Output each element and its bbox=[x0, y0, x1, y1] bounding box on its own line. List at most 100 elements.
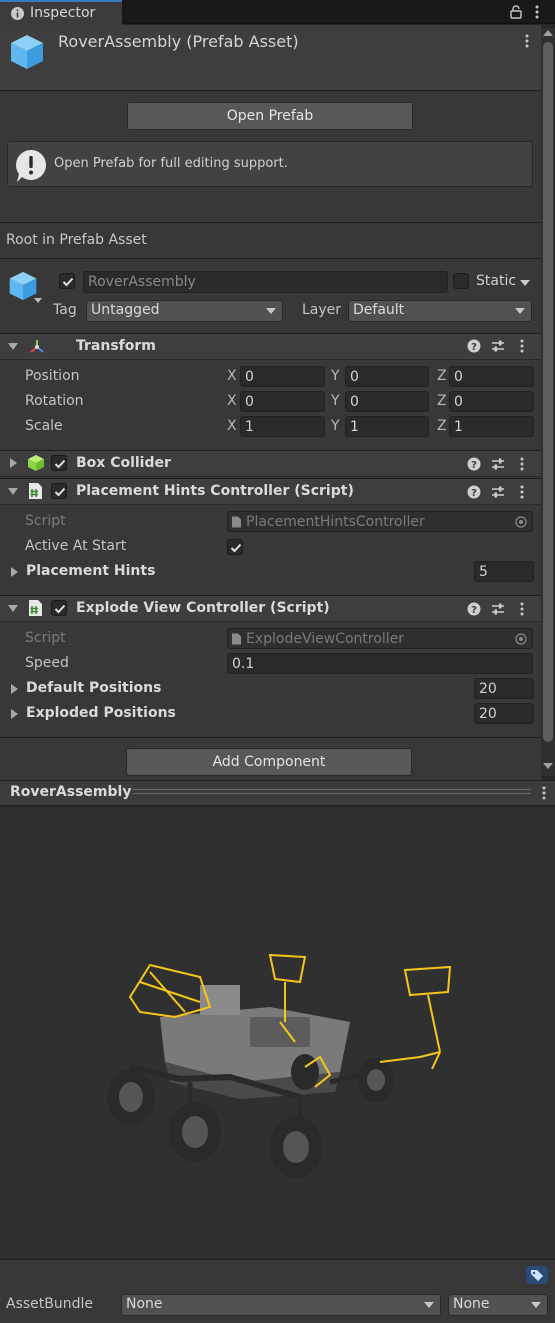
position-x-field[interactable]: 0 bbox=[240, 366, 325, 387]
tab-inspector[interactable]: Inspector bbox=[0, 0, 122, 25]
object-picker-icon[interactable] bbox=[515, 516, 527, 528]
chevron-down-icon bbox=[266, 308, 276, 314]
exploded-positions-label[interactable]: Exploded Positions bbox=[26, 705, 176, 721]
variant-dropdown[interactable]: None bbox=[448, 1294, 548, 1316]
box-collider-title: Box Collider bbox=[76, 455, 171, 471]
object-picker-icon[interactable] bbox=[515, 633, 527, 645]
svg-text:?: ? bbox=[471, 605, 477, 616]
scale-z-field[interactable]: 1 bbox=[449, 416, 534, 437]
placement-hints-label[interactable]: Placement Hints bbox=[26, 563, 155, 579]
svg-text:?: ? bbox=[471, 342, 477, 353]
preset-icon[interactable] bbox=[491, 339, 505, 353]
preset-icon[interactable] bbox=[491, 485, 505, 499]
preset-icon[interactable] bbox=[491, 602, 505, 616]
script-icon bbox=[29, 483, 42, 499]
info-icon bbox=[11, 7, 24, 20]
layer-dropdown[interactable]: Default bbox=[348, 300, 532, 322]
scale-x-label[interactable]: X bbox=[227, 418, 237, 434]
component-menu-icon[interactable] bbox=[519, 338, 525, 354]
transform-icon bbox=[30, 340, 44, 353]
transform-title: Transform bbox=[76, 338, 156, 354]
static-checkbox[interactable] bbox=[453, 273, 469, 289]
rotation-x-field[interactable]: 0 bbox=[240, 391, 325, 412]
name-field[interactable]: RoverAssembly bbox=[83, 271, 448, 293]
scroll-up-arrow[interactable] bbox=[543, 30, 553, 36]
fold-closed-icon[interactable] bbox=[11, 567, 18, 577]
preview-menu-icon[interactable] bbox=[541, 785, 547, 801]
fold-open-icon[interactable] bbox=[8, 343, 18, 350]
explode-enabled-checkbox[interactable] bbox=[51, 600, 67, 616]
placement-enabled-checkbox[interactable] bbox=[51, 483, 67, 499]
help-icon[interactable]: ? bbox=[467, 457, 481, 471]
explode-title: Explode View Controller (Script) bbox=[76, 600, 330, 616]
preview-drag-lines[interactable] bbox=[133, 789, 531, 794]
rotation-z-field[interactable]: 0 bbox=[449, 391, 534, 412]
help-icon[interactable]: ? bbox=[467, 485, 481, 499]
assetbundle-label: AssetBundle bbox=[6, 1296, 94, 1312]
scale-z-label[interactable]: Z bbox=[437, 418, 447, 434]
label-tag-icon[interactable] bbox=[526, 1266, 548, 1284]
fold-closed-icon[interactable] bbox=[11, 709, 18, 719]
tab-menu-icon[interactable] bbox=[534, 4, 540, 20]
fold-open-icon[interactable] bbox=[8, 488, 18, 495]
box-collider-enabled-checkbox[interactable] bbox=[51, 455, 67, 471]
component-menu-icon[interactable] bbox=[519, 456, 525, 472]
scrollbar-thumb[interactable] bbox=[543, 42, 553, 742]
layer-value: Default bbox=[353, 302, 405, 318]
chevron-down-icon bbox=[531, 1302, 541, 1308]
position-y-field[interactable]: 0 bbox=[345, 366, 429, 387]
static-label[interactable]: Static bbox=[476, 273, 516, 289]
exploded-positions-size-field[interactable]: 20 bbox=[474, 703, 534, 724]
placement-hints-size-field[interactable]: 5 bbox=[474, 561, 534, 582]
svg-text:?: ? bbox=[471, 460, 477, 471]
lock-icon[interactable] bbox=[510, 5, 522, 19]
model-preview[interactable] bbox=[0, 807, 555, 1259]
rotation-label: Rotation bbox=[25, 393, 84, 409]
header-menu-icon[interactable] bbox=[524, 33, 530, 49]
tag-value: Untagged bbox=[91, 302, 160, 318]
rotation-y-label[interactable]: Y bbox=[331, 393, 340, 409]
position-x-label[interactable]: X bbox=[227, 368, 237, 384]
scale-x-field[interactable]: 1 bbox=[240, 416, 325, 437]
default-positions-label[interactable]: Default Positions bbox=[26, 680, 161, 696]
rotation-z-label[interactable]: Z bbox=[437, 393, 447, 409]
component-menu-icon[interactable] bbox=[519, 484, 525, 500]
fold-closed-icon[interactable] bbox=[10, 458, 17, 468]
rotation-y-field[interactable]: 0 bbox=[345, 391, 429, 412]
rotation-x-label[interactable]: X bbox=[227, 393, 237, 409]
position-label: Position bbox=[25, 368, 80, 384]
divider bbox=[0, 222, 541, 223]
prefab-cube-icon bbox=[11, 35, 43, 69]
default-positions-size-field[interactable]: 20 bbox=[474, 678, 534, 699]
icon-dropdown-caret[interactable] bbox=[34, 298, 42, 303]
explode-script-field: ExplodeViewController bbox=[227, 628, 533, 649]
box-collider-icon bbox=[28, 455, 44, 471]
script-icon bbox=[29, 600, 42, 616]
active-at-start-checkbox[interactable] bbox=[227, 539, 243, 555]
help-box: Open Prefab for full editing support. bbox=[7, 141, 533, 187]
assetbundle-dropdown[interactable]: None bbox=[121, 1294, 441, 1316]
help-icon[interactable]: ? bbox=[467, 602, 481, 616]
open-prefab-button[interactable]: Open Prefab bbox=[127, 102, 413, 130]
position-z-label[interactable]: Z bbox=[437, 368, 447, 384]
component-menu-icon[interactable] bbox=[519, 601, 525, 617]
scroll-down-arrow[interactable] bbox=[543, 763, 553, 769]
scale-y-label[interactable]: Y bbox=[331, 418, 340, 434]
add-component-button[interactable]: Add Component bbox=[126, 748, 412, 776]
fold-closed-icon[interactable] bbox=[11, 684, 18, 694]
tag-label: Tag bbox=[53, 302, 77, 318]
assetbundle-value: None bbox=[126, 1296, 163, 1312]
active-checkbox[interactable] bbox=[59, 273, 75, 289]
static-dropdown-caret[interactable] bbox=[520, 280, 530, 286]
tag-dropdown[interactable]: Untagged bbox=[86, 300, 283, 322]
fold-open-icon[interactable] bbox=[8, 605, 18, 612]
scale-y-field[interactable]: 1 bbox=[345, 416, 429, 437]
position-y-label[interactable]: Y bbox=[331, 368, 340, 384]
position-z-field[interactable]: 0 bbox=[449, 366, 534, 387]
help-icon[interactable]: ? bbox=[467, 339, 481, 353]
page-title: RoverAssembly (Prefab Asset) bbox=[58, 32, 299, 51]
preset-icon[interactable] bbox=[491, 457, 505, 471]
speed-field[interactable]: 0.1 bbox=[227, 653, 533, 674]
variant-value: None bbox=[453, 1296, 490, 1312]
placement-script-field: PlacementHintsController bbox=[227, 511, 533, 532]
